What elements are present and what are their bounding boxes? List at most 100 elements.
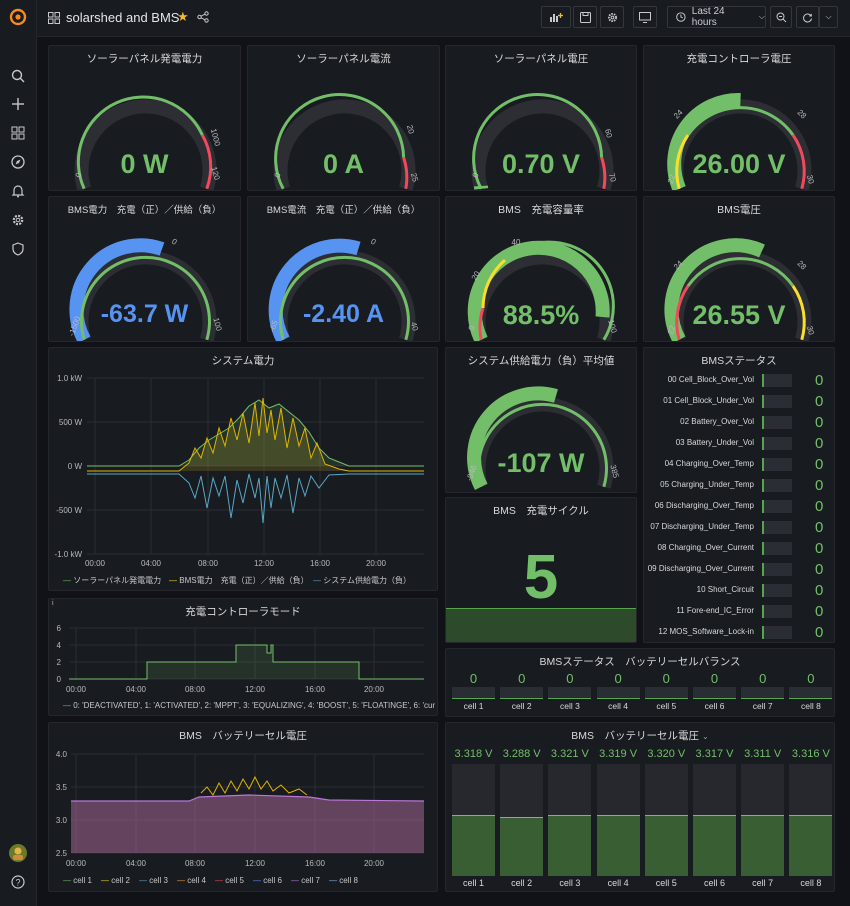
cell-voltage-value: 3.321 V <box>550 748 589 760</box>
status-panel-bms[interactable]: BMSステータス 00 Cell_Block_Over_Vol 0 01 Cell_… <box>643 347 835 643</box>
legend-item-system[interactable]: — システム供給電力（負） <box>313 575 411 586</box>
balance-cell: 0 cell 3 <box>547 671 592 715</box>
explore-compass-icon[interactable] <box>8 152 28 172</box>
share-icon[interactable] <box>197 10 209 28</box>
legend-item-mode[interactable]: — 0: 'DEACTIVATED', 1: 'ACTIVATED', 2: '… <box>63 701 435 710</box>
status-label: 11 Fore-end_IC_Error <box>676 606 754 615</box>
help-icon[interactable]: ? <box>8 872 28 892</box>
refresh-button[interactable] <box>796 6 819 28</box>
settings-gear-icon[interactable] <box>8 210 28 230</box>
timeseries-panel-controller-mode[interactable]: i 充電コントローラモード 6 4 2 0 00:00 04:00 08:00 … <box>48 598 438 716</box>
add-panel-button[interactable] <box>541 6 571 28</box>
timeseries-panel-cell-voltage[interactable]: BMS バッテリーセル電圧 4.0 3.5 3.0 2.5 00:00 04:0… <box>48 722 438 892</box>
status-row: 00 Cell_Block_Over_Vol 0 <box>644 370 834 390</box>
legend-item-cell[interactable]: — cell 8 <box>329 876 358 885</box>
refresh-icon <box>803 13 812 22</box>
legend-item-cell[interactable]: — cell 3 <box>139 876 168 885</box>
cell-voltage-bar: 3.321 V cell 3 <box>547 745 592 891</box>
legend-item-cell[interactable]: — cell 2 <box>101 876 130 885</box>
chevron-down-icon[interactable]: ⌄ <box>702 732 709 741</box>
status-bar <box>762 563 792 576</box>
gauge-panel-solar-current[interactable]: ソーラーパネル電流 0 20 25 0 A <box>247 45 440 191</box>
status-row: 06 Discharging_Over_Temp 0 <box>644 496 834 516</box>
bar-fill <box>596 815 640 876</box>
balance-value: 0 <box>710 671 719 686</box>
status-row: 07 Discharging_Under_Temp 0 <box>644 517 834 537</box>
dashboards-icon[interactable] <box>8 123 28 143</box>
tv-mode-button[interactable] <box>633 6 657 28</box>
cell-voltage-value: 3.311 V <box>744 748 782 760</box>
legend-label: cell 1 <box>73 876 92 885</box>
legend-item-bms[interactable]: — BMS電力 充電（正）／供給（負） <box>169 575 309 586</box>
gauge-panel-system-avg[interactable]: システム供給電力（負）平均値 -946 385 -107 W <box>445 347 637 493</box>
legend-label: cell 6 <box>263 876 282 885</box>
y-tick-label: 3.5 <box>56 783 68 792</box>
y-tick-label: 0 <box>57 675 62 684</box>
legend-swatch: — <box>313 576 321 585</box>
gauge-panel-bms-soc[interactable]: BMS 充電容量率 0 20 40 100 88.5% <box>445 196 637 342</box>
time-range-picker[interactable]: Last 24 hours ⌵ <box>667 6 766 28</box>
status-label: 03 Battery_Under_Vol <box>675 438 754 447</box>
bar-cell-name: cell 1 <box>462 878 484 888</box>
stat-panel-charge-cycle[interactable]: BMS 充電サイクル 5 <box>445 497 637 643</box>
y-tick-label: -500 W <box>56 506 82 515</box>
search-icon[interactable] <box>8 66 28 86</box>
legend-item-cell[interactable]: — cell 1 <box>63 876 92 885</box>
gauge-panel-solar-voltage[interactable]: ソーラーパネル電圧 0 60 70 0.70 V <box>445 45 637 191</box>
gauge-value: -2.40 A <box>302 300 385 328</box>
legend-item-solar[interactable]: — ソーラーパネル発電電力 <box>63 575 161 586</box>
status-value: 0 <box>815 435 824 452</box>
cell-voltage-bar: 3.316 V cell 8 <box>788 745 833 891</box>
gauge-panel-bms-current[interactable]: BMS電流 充電（正）／供給（負） -65 0 40 -2.40 A <box>247 196 440 342</box>
status-bar <box>762 521 792 534</box>
status-row: 08 Charging_Over_Current 0 <box>644 538 834 558</box>
legend-item-cell[interactable]: — cell 5 <box>215 876 244 885</box>
balance-value: 0 <box>662 671 670 686</box>
grafana-logo-icon[interactable] <box>8 7 28 27</box>
bar-cell-name: cell 6 <box>703 878 725 888</box>
status-value: 0 <box>815 603 824 620</box>
zoom-out-button[interactable] <box>770 6 792 28</box>
legend-swatch: — <box>63 876 71 885</box>
balance-value: 0 <box>566 671 574 686</box>
save-dashboard-button[interactable] <box>573 6 597 28</box>
balance-cell-name: cell 1 <box>463 701 484 711</box>
legend-swatch: — <box>177 876 185 885</box>
legend-item-cell[interactable]: — cell 7 <box>291 876 320 885</box>
bar-gauge-panel-cell-voltage[interactable]: BMS バッテリーセル電圧 ⌄ 3.318 V cell 1 3.288 V cell… <box>445 722 835 892</box>
timeseries-panel-system-power[interactable]: システム電力 1.0 kW 500 W 0 W -500 W -1.0 kW 0… <box>48 347 438 591</box>
status-label: 10 Short_Circuit <box>696 585 754 594</box>
gauge-panel-controller-voltage[interactable]: 充電コントローラ電圧 22 24 28 30 26.00 V <box>643 45 835 191</box>
bar-fill <box>693 815 736 876</box>
legend-item-cell[interactable]: — cell 4 <box>177 876 206 885</box>
legend-label: cell 3 <box>149 876 168 885</box>
status-bar <box>762 479 792 492</box>
dashboard-title[interactable]: solarshed and BMS <box>66 10 179 25</box>
balance-cell: 0 cell 7 <box>740 671 785 715</box>
balance-cell: 0 cell 8 <box>788 671 833 715</box>
x-tick-label: 08:00 <box>198 559 219 568</box>
status-value: 0 <box>815 414 824 431</box>
gauge-tick: 40 <box>512 238 521 247</box>
status-bar <box>762 626 792 639</box>
gauge-panel-solar-power[interactable]: ソーラーパネル発電電力 0 1000 120 0 W <box>48 45 241 191</box>
dashboards-grid-icon[interactable] <box>48 11 60 29</box>
refresh-interval-dropdown[interactable]: ⌵ <box>819 6 838 28</box>
status-label: 07 Discharging_Under_Temp <box>650 522 754 531</box>
status-bar <box>762 458 792 471</box>
legend-item-cell[interactable]: — cell 6 <box>253 876 282 885</box>
favorite-star-icon[interactable]: ★ <box>177 9 189 25</box>
plus-icon[interactable] <box>8 94 28 114</box>
shield-icon[interactable] <box>8 239 28 259</box>
status-label: 00 Cell_Block_Over_Vol <box>667 375 754 384</box>
dashboard-settings-button[interactable] <box>600 6 624 28</box>
bar-gauge-panel-cell-balance[interactable]: BMSステータス バッテリーセルバランス 0 cell 1 0 cell 2 0 cell… <box>445 648 835 717</box>
cell-voltage-value: 3.317 V <box>695 748 734 760</box>
gauge-panel-bms-power[interactable]: BMS電力 充電（正）／供給（負） -1500 0 100 -63.7 W <box>48 196 241 342</box>
save-icon <box>579 11 591 23</box>
gauge-panel-bms-voltage[interactable]: BMS電圧 22 24 28 30 26.55 V <box>643 196 835 342</box>
status-label: 05 Charging_Under_Temp <box>660 480 754 489</box>
balance-value: 0 <box>518 671 526 686</box>
user-avatar[interactable] <box>8 843 28 863</box>
alerting-bell-icon[interactable] <box>8 181 28 201</box>
